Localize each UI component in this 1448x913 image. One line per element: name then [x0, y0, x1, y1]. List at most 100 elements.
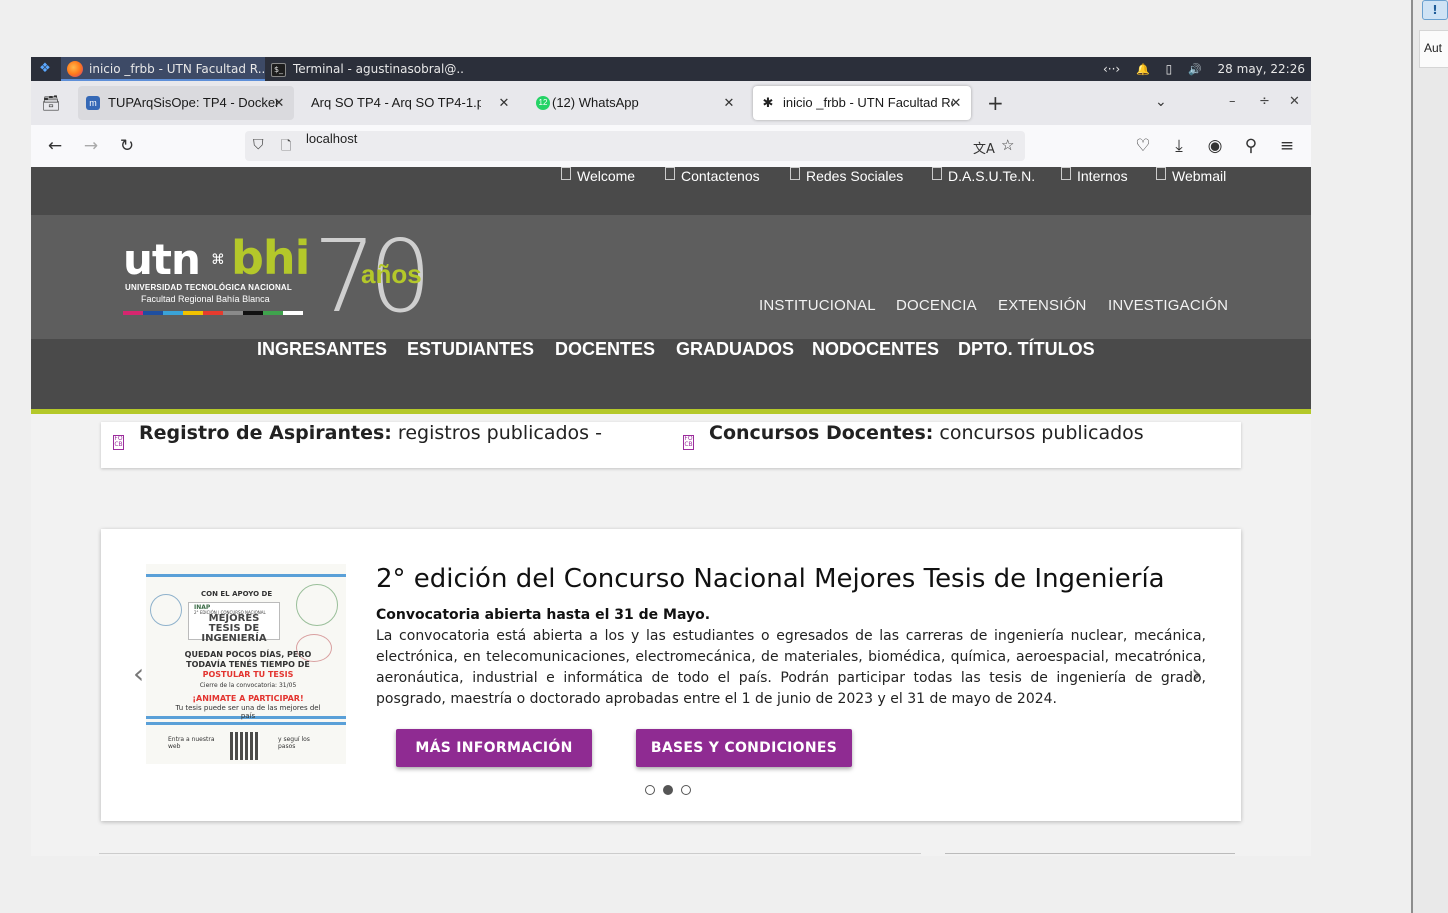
logo-university-name: UNIVERSIDAD TECNOLÓGICA NACIONAL: [125, 283, 292, 292]
main-menu-graduados[interactable]: GRADUADOS: [676, 339, 794, 360]
close-icon[interactable]: ✕: [722, 86, 736, 120]
topnav-welcome[interactable]: Welcome: [561, 167, 635, 215]
top-links-bar: Welcome Contactenos Redes Sociales D.A.S…: [31, 167, 1311, 215]
tab-whatsapp[interactable]: 12 (12) WhatsApp ✕: [528, 86, 744, 120]
qr-code-icon: [230, 732, 260, 760]
topnav-dasuten[interactable]: D.A.S.U.Te.N.: [932, 167, 1035, 215]
new-tab-button[interactable]: +: [987, 93, 1004, 113]
poster-text: y seguí los pasos: [278, 736, 310, 750]
menu-extension[interactable]: EXTENSIÓN: [998, 297, 1086, 314]
slider-dot[interactable]: [681, 785, 691, 795]
tab-moodle[interactable]: m TUPArqSisOpe: TP4 - Docker ✕: [78, 86, 294, 120]
poster-text: Cierre de la convocatoria: 31/05: [199, 682, 297, 689]
slide-title[interactable]: 2° edición del Concurso Nacional Mejores…: [376, 564, 1165, 594]
page-icon[interactable]: 🗋: [281, 137, 291, 159]
tab-strip: 🗃 m TUPArqSisOpe: TP4 - Docker ✕ Arq SO …: [31, 81, 1311, 125]
close-icon[interactable]: ✕: [497, 86, 511, 120]
menu-investigacion[interactable]: INVESTIGACIÓN: [1108, 297, 1228, 314]
system-tray: ‹··› 🔔 ▯ 🔊 28 may, 22:26: [1091, 57, 1305, 81]
tab-utn[interactable]: ✱ inicio _frbb - UTN Facultad Re ✕: [753, 86, 971, 120]
firefox-view-icon[interactable]: 🗃: [41, 93, 61, 113]
tab-pdf[interactable]: Arq SO TP4 - Arq SO TP4-1.pdf ✕: [303, 86, 519, 120]
app-menu-icon[interactable]: ❖: [37, 61, 53, 77]
volume-icon[interactable]: 🔊: [1188, 63, 1202, 76]
side-window-label[interactable]: Aut: [1419, 30, 1448, 68]
slider-dots: [645, 785, 691, 795]
network-icon[interactable]: ‹··›: [1103, 62, 1120, 76]
poster-text: Tu tesis puede ser una de las mejores de…: [175, 704, 321, 720]
bookmark-star-icon[interactable]: ☆: [1001, 136, 1014, 154]
reload-icon[interactable]: ↻: [117, 136, 137, 156]
close-window-button[interactable]: ✕: [1289, 94, 1300, 109]
task-firefox[interactable]: inicio _frbb - UTN Facultad R...: [61, 57, 265, 81]
ticker-item-registro[interactable]: Registro de Aspirantes: registros public…: [139, 422, 602, 444]
poster-heading: MEJORES TESIS DE INGENIERÍA: [201, 613, 267, 644]
forward-icon[interactable]: →: [81, 136, 101, 156]
task-label: Terminal - agustinasobral@...: [293, 62, 465, 76]
topnav-label: D.A.S.U.Te.N.: [948, 168, 1036, 184]
menu-docencia[interactable]: DOCENCIA: [896, 297, 977, 314]
main-menu-estudiantes[interactable]: ESTUDIANTES: [407, 339, 534, 360]
topnav-webmail[interactable]: Webmail: [1156, 167, 1226, 215]
battery-icon[interactable]: ▯: [1166, 62, 1173, 76]
tab-label: (12) WhatsApp: [552, 95, 639, 110]
ticker-icon: FO CB: [113, 435, 124, 450]
ticker-item-text: registros publicados -: [391, 422, 602, 444]
news-ticker: FO CB Registro de Aspirantes: registros …: [101, 422, 1241, 468]
translate-icon[interactable]: 文A: [973, 138, 995, 157]
tab-label: inicio _frbb - UTN Facultad Re: [783, 95, 953, 110]
slider-prev-icon[interactable]: ‹: [133, 659, 144, 689]
topnav-internos[interactable]: Internos: [1061, 167, 1128, 215]
menu-institucional[interactable]: INSTITUCIONAL: [759, 297, 876, 314]
shield-icon[interactable]: ⛉: [253, 137, 264, 153]
pocket-icon[interactable]: ♡: [1133, 136, 1153, 156]
task-terminal[interactable]: $_ Terminal - agustinasobral@...: [265, 57, 465, 81]
url-text[interactable]: localhost: [306, 131, 357, 146]
poster-stripe: [146, 722, 346, 725]
minimize-button[interactable]: –: [1229, 94, 1236, 109]
tab-label: TUPArqSisOpe: TP4 - Docker: [108, 95, 278, 110]
bell-icon[interactable]: 🔔: [1136, 63, 1150, 76]
task-label: inicio _frbb - UTN Facultad R...: [89, 62, 265, 76]
downloads-icon[interactable]: ⤓: [1169, 136, 1189, 156]
url-bar[interactable]: ⛉ 🗋 localhost 文A ☆: [245, 131, 1025, 161]
account-icon[interactable]: ◉: [1205, 136, 1225, 156]
bases-condiciones-button[interactable]: BASES Y CONDICIONES: [636, 729, 852, 767]
topnav-label: Welcome: [577, 168, 636, 184]
poster-stripe: [146, 574, 346, 577]
main-menu-docentes[interactable]: DOCENTES: [555, 339, 655, 360]
list-tabs-icon[interactable]: ⌄: [1155, 94, 1167, 110]
topnav-contactenos[interactable]: Contactenos: [665, 167, 760, 215]
back-icon[interactable]: ←: [45, 136, 65, 156]
notification-icon[interactable]: !: [1422, 0, 1448, 20]
ticker-item-title: Concursos Docentes:: [709, 422, 934, 444]
section-divider: [99, 853, 921, 854]
slide-poster-image[interactable]: CON EL APOYO DE INAP 2° EDICIÓN | CONCUR…: [146, 564, 346, 764]
news-slider: CON EL APOYO DE INAP 2° EDICIÓN | CONCUR…: [101, 529, 1241, 821]
restore-button[interactable]: ÷: [1259, 94, 1270, 109]
menu-icon[interactable]: ≡: [1277, 136, 1297, 156]
main-menu-dpto-titulos[interactable]: DPTO. TÍTULOS: [958, 339, 1095, 360]
terminal-icon: $_: [271, 63, 286, 77]
topnav-label: Contactenos: [681, 168, 760, 184]
close-icon[interactable]: ✕: [949, 86, 963, 120]
logo-color-strip: [123, 311, 303, 315]
close-icon[interactable]: ✕: [272, 86, 286, 120]
topnav-label: Webmail: [1172, 168, 1227, 184]
clock[interactable]: 28 may, 22:26: [1218, 62, 1305, 76]
link-icon: [561, 167, 571, 180]
mas-informacion-button[interactable]: MÁS INFORMACIÓN: [396, 729, 592, 767]
main-menu-ingresantes[interactable]: INGRESANTES: [257, 339, 387, 360]
poster-doodle: [150, 594, 182, 626]
poster-text: QUEDAN POCOS DÍAS, PERO TODAVÍA TENÉS TI…: [184, 650, 312, 669]
slider-dot[interactable]: [645, 785, 655, 795]
desktop-side-panel: ! Aut: [1411, 0, 1448, 913]
slider-dot-active[interactable]: [663, 785, 673, 795]
main-menu-nodocentes[interactable]: NODOCENTES: [812, 339, 939, 360]
logo-faculty-name: Facultad Regional Bahía Blanca: [141, 294, 270, 304]
ticker-item-concursos[interactable]: Concursos Docentes: concursos publicados: [709, 422, 1144, 444]
topnav-label: Redes Sociales: [806, 168, 904, 184]
extensions-icon[interactable]: ⚲: [1241, 136, 1261, 156]
topnav-redes-sociales[interactable]: Redes Sociales: [790, 167, 903, 215]
site-header: utn ⌘ bhi UNIVERSIDAD TECNOLÓGICA NACION…: [31, 215, 1311, 339]
